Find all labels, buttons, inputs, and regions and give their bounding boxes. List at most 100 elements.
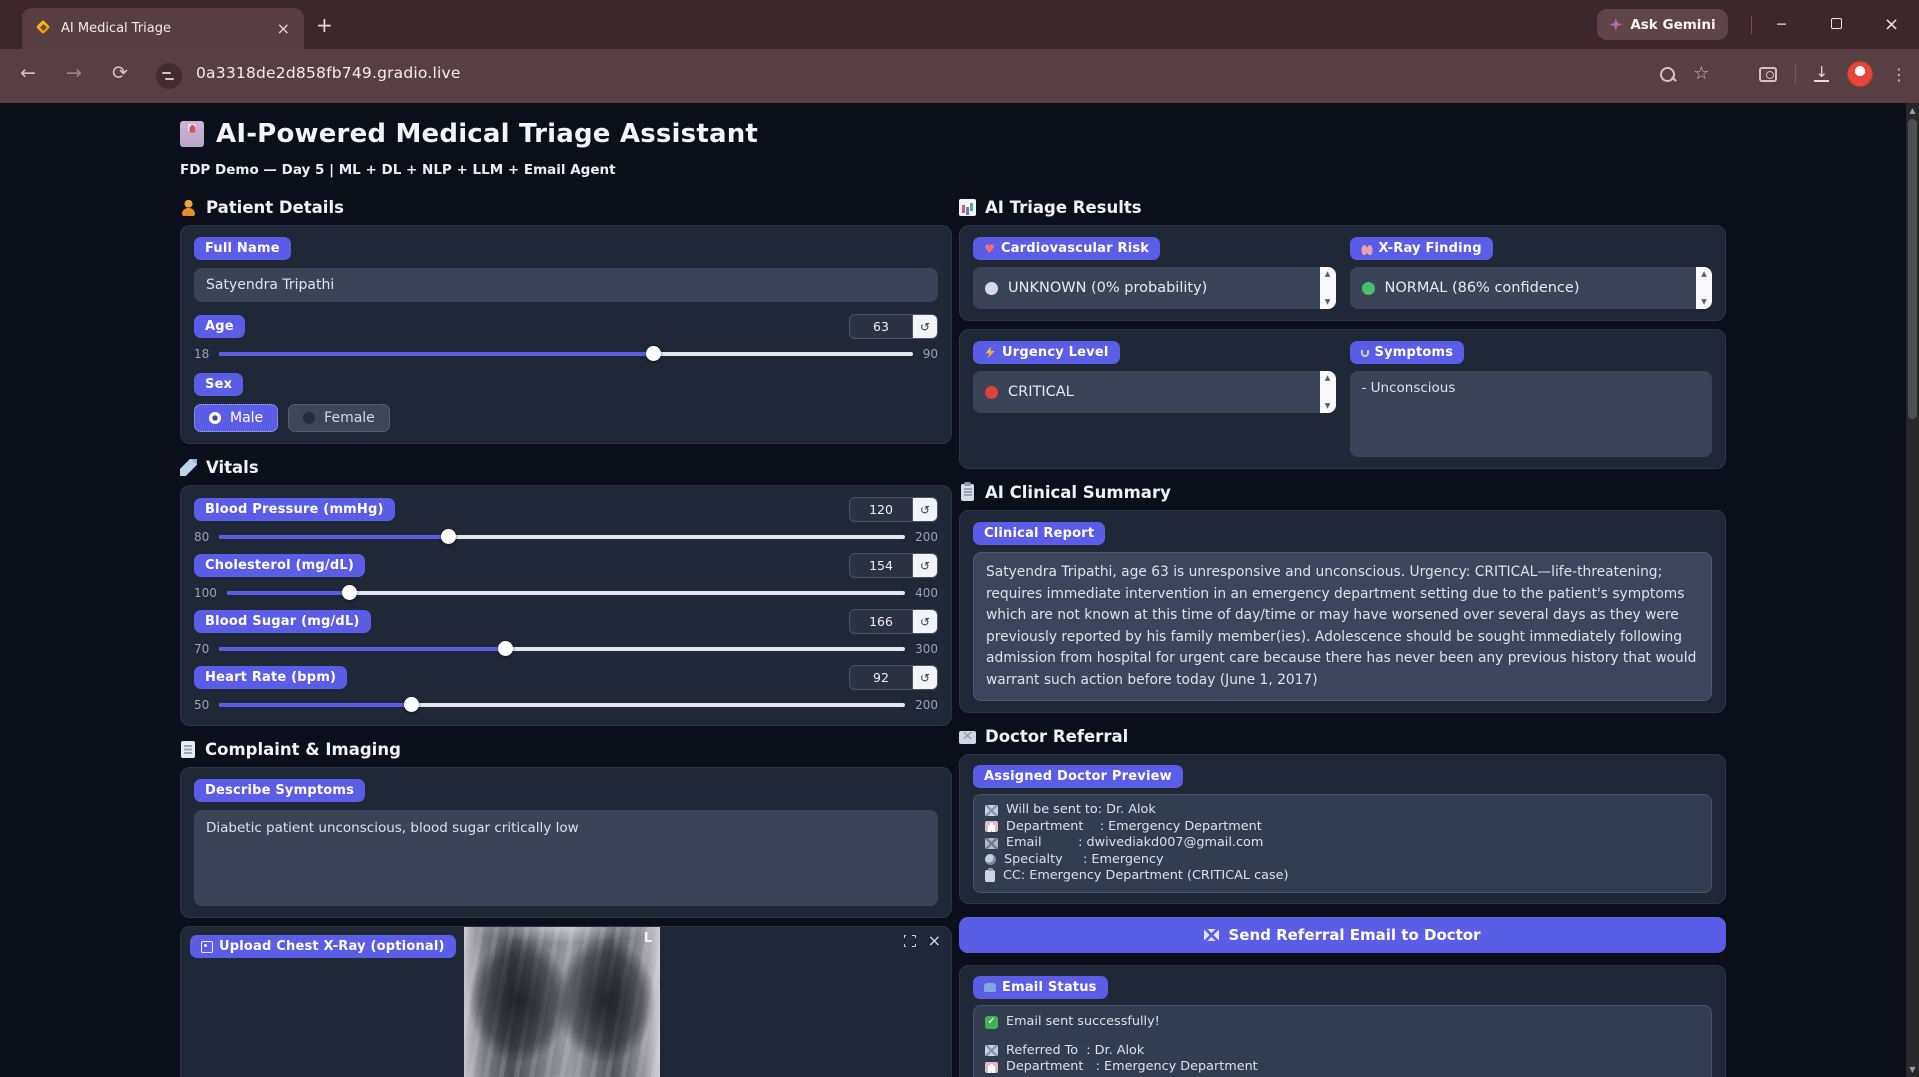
heart-icon: ♥ [984,241,995,256]
back-icon[interactable]: ← [20,62,36,84]
normal-dot-icon [1361,281,1375,295]
sugar-slider[interactable] [219,641,906,657]
clear-image-icon[interactable]: × [928,933,941,949]
sugar-value[interactable]: 166 [850,610,912,633]
browser-menu-icon[interactable]: ⋮ [1891,65,1907,84]
age-value[interactable]: 63 [850,315,912,338]
toolbar-divider [1795,64,1797,84]
patient-details-heading: Patient Details [180,198,952,217]
sugar-label: Blood Sugar (mg/dL) [194,610,371,633]
window-controls: ─ × [1749,0,1919,49]
vitals-heading: Vitals [180,458,952,477]
xray-toolbar: × [902,933,941,949]
vitals-panel: Blood Pressure (mmHg) 120 ↺ 80 200 Choles… [180,485,952,726]
scroll-down-icon[interactable]: ▼ [1906,1065,1919,1074]
reload-icon[interactable]: ⟳ [112,62,128,84]
sugar-min: 70 [194,642,210,656]
download-icon[interactable]: ↓ [1814,65,1829,82]
symptoms-result-box[interactable]: - Unconscious [1349,371,1712,457]
sugar-slider-handle[interactable] [498,641,514,657]
age-slider[interactable] [219,346,913,362]
xray-spinner[interactable]: ▲ ▼ [1696,267,1712,309]
side-panel-search-icon[interactable] [1759,66,1778,82]
syringe-icon [180,459,197,476]
scroll-up-icon[interactable]: ▲ [1906,106,1919,115]
xray-upload-panel: Upload Chest X-Ray (optional) × L [180,926,952,1077]
ask-gemini-button[interactable]: Ask Gemini [1597,9,1728,40]
bp-slider-handle[interactable] [440,529,456,545]
chol-value[interactable]: 154 [850,554,912,577]
age-slider-handle[interactable] [645,346,661,362]
site-info-icon[interactable] [156,63,182,89]
hr-value[interactable]: 92 [850,666,912,689]
sugar-reset-icon[interactable]: ↺ [912,610,937,633]
urgency-label: Urgency Level [973,341,1120,364]
bar-chart-icon [959,199,976,216]
radio-female[interactable]: Female [288,404,390,432]
radio-male[interactable]: Male [194,404,279,432]
bp-reset-icon[interactable]: ↺ [912,498,937,521]
profile-avatar[interactable] [1847,61,1873,87]
xray-finding-block: X-Ray Finding NORMAL (86% confidence) ▲ ▼ [1349,237,1712,309]
hr-max: 200 [915,698,938,712]
page-title: AI-Powered Medical Triage Assistant [216,119,759,149]
xray-finding-label: X-Ray Finding [1349,237,1493,260]
hospital-icon [985,821,998,833]
fullscreen-icon[interactable] [902,934,916,947]
complaint-heading: Complaint & Imaging [180,740,952,759]
bp-min: 80 [194,530,210,544]
bookmark-star-icon[interactable]: ☆ [1693,65,1709,83]
xray-finding-dropdown[interactable]: NORMAL (86% confidence) ▲ ▼ [1349,267,1712,309]
new-tab-button[interactable]: + [316,15,333,35]
mailbox-icon [984,983,996,992]
cardio-spinner[interactable]: ▲ ▼ [1319,267,1336,309]
cardio-risk-dropdown[interactable]: UNKNOWN (0% probability) ▲ ▼ [973,267,1336,309]
symptoms-textarea[interactable]: Diabetic patient unconscious, blood suga… [194,810,938,906]
hr-slider-handle[interactable] [404,697,420,713]
tab-close-icon[interactable]: × [273,19,294,38]
hr-reset-icon[interactable]: ↺ [912,666,937,689]
hr-slider[interactable] [219,697,906,713]
envelope-icon [985,837,998,849]
urgency-block: Urgency Level CRITICAL ▲ ▼ [973,341,1336,457]
urgency-dropdown[interactable]: CRITICAL ▲ ▼ [973,371,1336,413]
hr-block: Heart Rate (bpm) 92 ↺ 50 200 [194,665,938,713]
assigned-doctor-box: Will be sent to: Dr. Alok Department : E… [973,794,1712,893]
send-referral-email-button[interactable]: Send Referral Email to Doctor [959,916,1726,953]
close-window-button[interactable]: × [1864,14,1919,35]
clinical-report-text[interactable]: Satyendra Tripathi, age 63 is unresponsi… [973,552,1712,701]
zoom-icon[interactable] [1660,66,1676,82]
email-status-box: ✓ Email sent successfully! Referred To :… [973,1004,1712,1077]
sex-label: Sex [194,373,244,396]
bp-value[interactable]: 120 [850,498,912,521]
person-icon [180,199,197,216]
bolt-icon [985,346,995,359]
status-line: Department : Emergency Department [985,1059,1700,1076]
sugar-max: 300 [915,642,938,656]
check-icon: ✓ [985,1015,998,1029]
forward-icon[interactable]: → [66,62,82,84]
url-text[interactable]: 0a3318de2d858fb749.gradio.live [196,64,461,82]
minimize-button[interactable]: ─ [1754,17,1809,33]
gemini-sparkle-icon [1609,18,1623,31]
urgency-spinner[interactable]: ▲ ▼ [1319,371,1336,413]
hospital-icon [180,121,204,147]
email-success-line: ✓ Email sent successfully! [985,1013,1700,1032]
email-status-panel: Email Status ✓ Email sent successfully! … [959,964,1726,1077]
doctor-referral-panel: Assigned Doctor Preview Will be sent to:… [959,754,1726,904]
maximize-button[interactable] [1809,17,1864,33]
memo-icon [181,741,195,758]
age-reset-icon[interactable]: ↺ [912,315,937,338]
chest-xray-image[interactable]: L [464,927,660,1077]
cardio-risk-label: ♥ Cardiovascular Risk [973,237,1161,260]
referral-line: Email : dwivediakd007@gmail.com [985,835,1700,852]
page-scrollbar[interactable]: ▲ ▼ [1906,103,1919,1077]
chol-slider[interactable] [226,585,906,601]
bp-slider[interactable] [219,529,906,545]
chol-reset-icon[interactable]: ↺ [912,554,937,577]
email-heading-icon [959,731,976,744]
browser-tab[interactable]: AI Medical Triage × [22,8,304,49]
full-name-input[interactable]: Satyendra Tripathi [194,268,938,302]
chol-slider-handle[interactable] [341,585,357,601]
scrollbar-thumb[interactable] [1908,119,1917,419]
